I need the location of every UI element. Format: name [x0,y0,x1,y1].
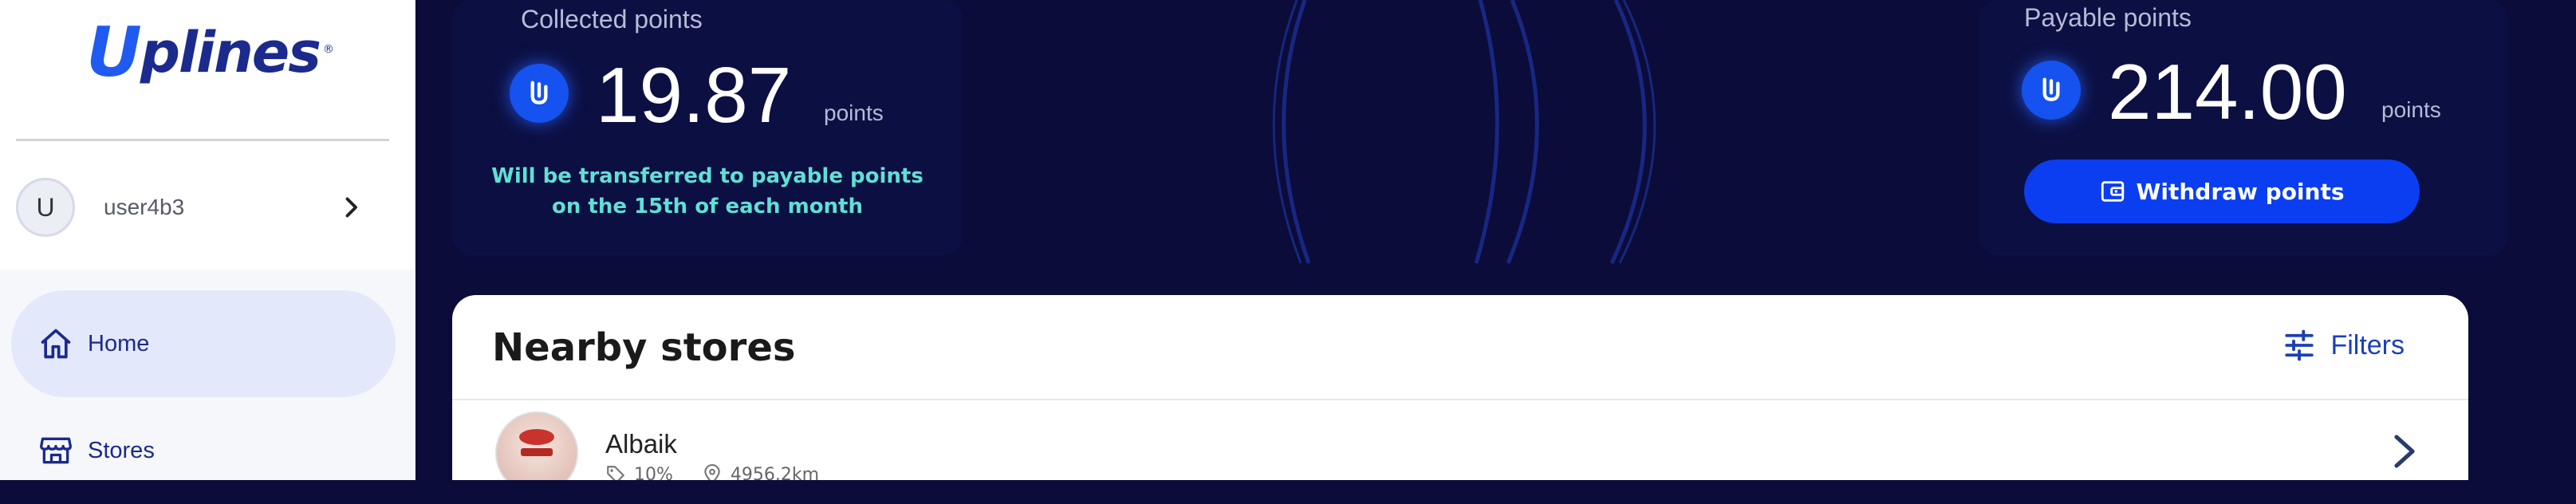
filters-button[interactable]: Filters [2283,329,2405,362]
registered-mark: ® [322,43,334,56]
store-discount: 10% [634,464,673,481]
main-content: Collected points 19.87 points Will be tr… [416,0,2576,480]
store-icon [40,437,72,464]
avatar: U [16,178,75,237]
withdraw-points-label: Withdraw points [2136,178,2345,205]
uplines-logo[interactable]: U plines ® [86,13,334,93]
logo-text: plines [140,20,321,85]
sidebar-item-stores[interactable]: Stores [11,397,396,504]
sidebar-item-label: Stores [88,437,155,463]
nearby-stores-title: Nearby stores [492,325,796,370]
chevron-right-icon [2394,435,2415,468]
payable-points-title: Payable points [2024,3,2192,32]
filters-label: Filters [2330,329,2405,360]
location-pin-icon [704,464,720,480]
withdraw-points-button[interactable]: Withdraw points [2024,159,2420,223]
store-meta: 10% 4956.2km [605,464,819,480]
user-profile-row[interactable]: U user4b3 [16,174,389,241]
payable-points-card: Payable points 214.00 points Withdraw po… [1979,0,2508,255]
logo-mark: U [86,13,142,93]
uplines-coin-icon [2022,61,2081,120]
username: user4b3 [104,195,185,219]
collected-points-value: 19.87 [596,51,792,139]
payable-points-value: 214.00 [2108,48,2347,136]
nearby-stores-panel: Nearby stores Filters Albaik 10% 4956.2k… [452,295,2468,480]
store-name: Albaik [605,429,677,459]
sidebar-nav: Home Stores [0,270,415,480]
wallet-icon [2101,181,2125,202]
sidebar-divider [16,139,389,141]
store-list-item[interactable]: Albaik 10% 4956.2km [452,400,2468,480]
collected-points-title: Collected points [521,5,703,33]
payable-points-unit: points [2381,97,2441,122]
sidebar-item-label: Home [88,330,150,356]
store-logo [495,411,578,480]
uplines-coin-icon [510,64,569,123]
nearby-stores-header: Nearby stores Filters [452,295,2468,400]
collected-points-unit: points [824,100,884,125]
sidebar: U plines ® U user4b3 Home Stores [0,0,416,480]
store-distance: 4956.2km [730,464,820,481]
albaik-logo-mark [519,429,554,456]
sidebar-item-home[interactable]: Home [11,290,396,397]
home-icon [41,329,71,359]
collected-points-card: Collected points 19.87 points Will be tr… [452,0,963,255]
transfer-note: Will be transferred to payable points on… [491,164,924,219]
tag-icon [607,466,624,480]
chevron-right-icon [345,197,357,218]
filter-sliders-icon [2285,329,2314,361]
